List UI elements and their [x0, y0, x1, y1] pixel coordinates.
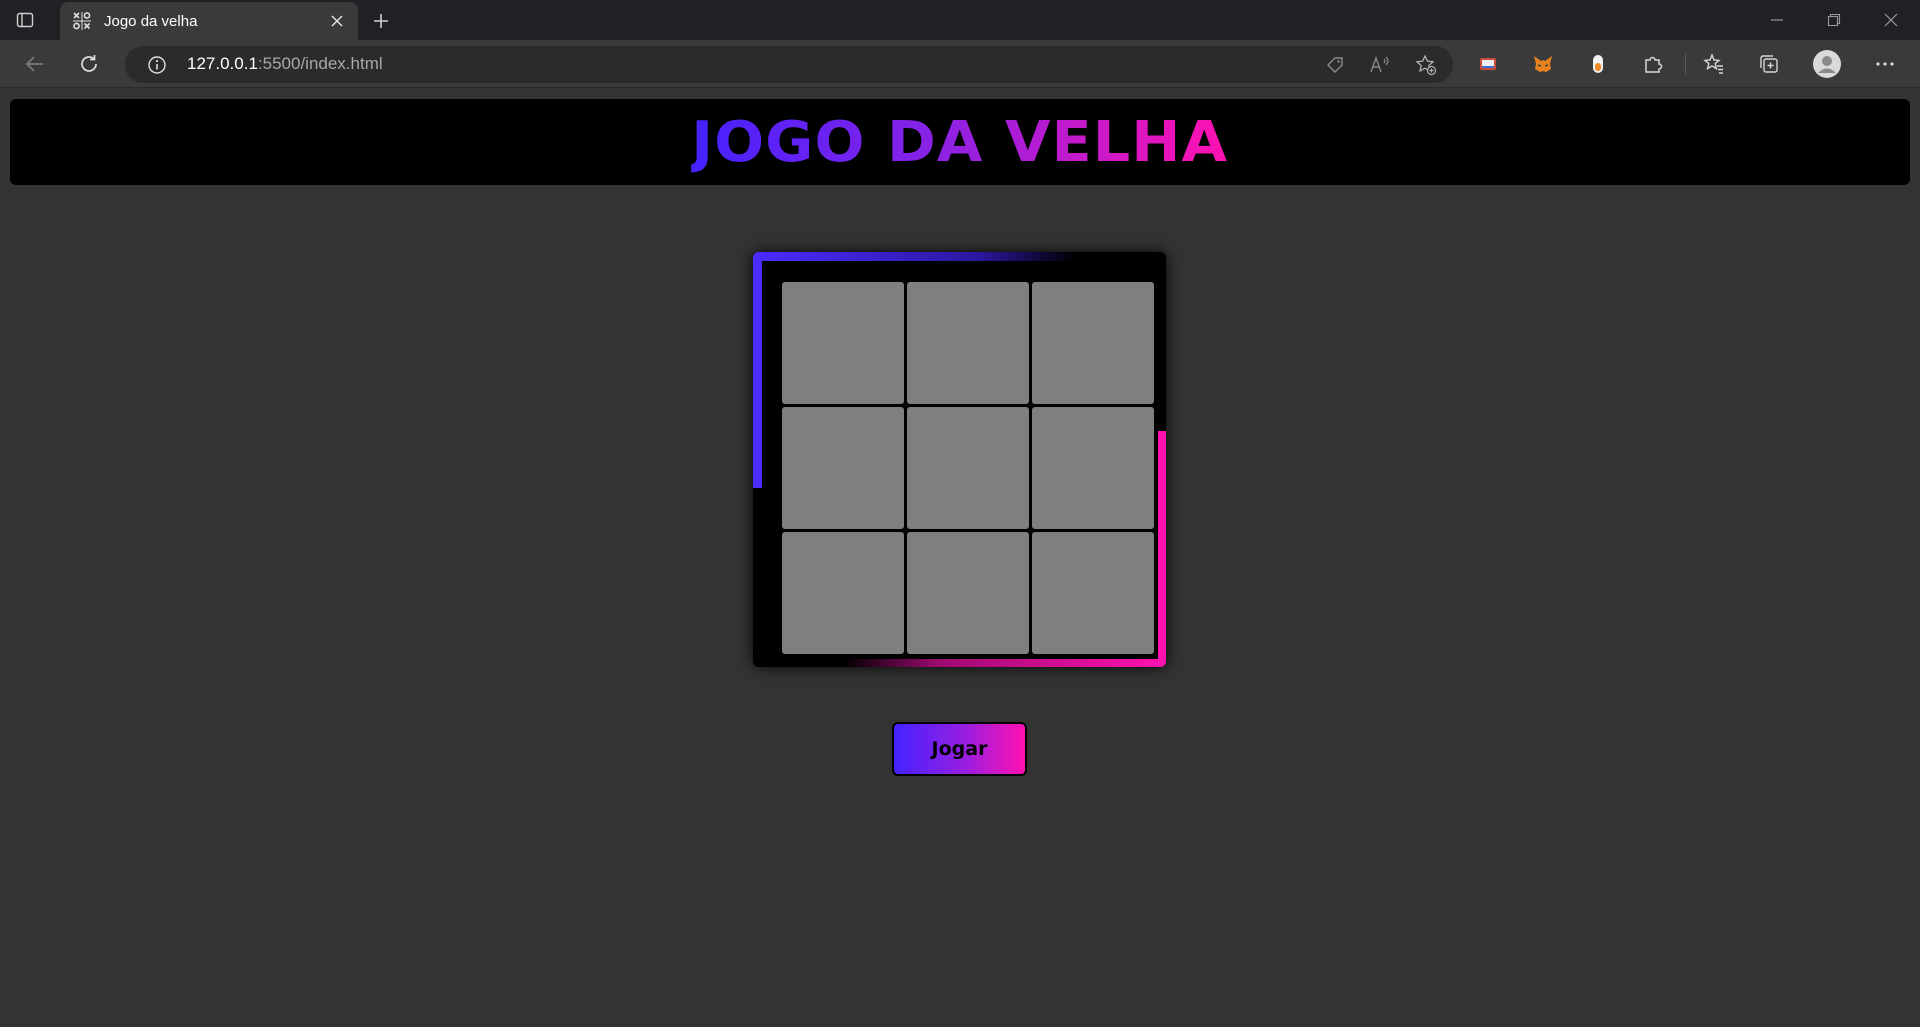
url-path: :5500/index.html	[257, 54, 383, 73]
board-glow-left	[753, 252, 762, 488]
page-body: JOGO DA VELHA Jogar	[0, 89, 1920, 1027]
address-bar[interactable]: 127.0.0.1:5500/index.html	[125, 46, 1453, 83]
tab-actions-icon[interactable]	[14, 9, 36, 31]
tab-title: Jogo da velha	[104, 12, 198, 30]
tab-strip: Jogo da velha	[0, 0, 1920, 40]
close-tab-icon[interactable]	[322, 6, 352, 36]
back-arrow-icon[interactable]	[18, 47, 52, 81]
profile-avatar-icon[interactable]	[1810, 47, 1844, 81]
tag-icon[interactable]	[1319, 49, 1351, 81]
extensions-puzzle-icon[interactable]	[1636, 47, 1670, 81]
board-cell-7[interactable]	[782, 532, 904, 654]
board-glow-bottom	[844, 659, 1166, 667]
play-button[interactable]: Jogar	[892, 722, 1027, 776]
favorites-icon[interactable]	[1697, 47, 1731, 81]
game-board	[762, 261, 1158, 659]
board-cell-4[interactable]	[782, 407, 904, 529]
close-window-icon[interactable]	[1862, 0, 1920, 40]
new-tab-icon[interactable]	[366, 6, 396, 36]
more-menu-icon[interactable]	[1868, 47, 1902, 81]
board-cell-2[interactable]	[907, 282, 1029, 404]
board-glow-right	[1158, 431, 1166, 667]
tic-tac-toe-icon	[72, 11, 92, 31]
minimize-icon[interactable]	[1748, 0, 1806, 40]
url-text[interactable]: 127.0.0.1:5500/index.html	[187, 54, 383, 74]
board-grid	[782, 282, 1156, 656]
board-glow-top	[753, 252, 1075, 261]
active-tab[interactable]: Jogo da velha	[60, 2, 358, 40]
game-board-frame	[753, 252, 1166, 667]
reload-icon[interactable]	[72, 47, 106, 81]
read-aloud-icon[interactable]	[1364, 49, 1396, 81]
board-cell-5[interactable]	[907, 407, 1029, 529]
add-favorite-icon[interactable]	[1410, 49, 1442, 81]
board-cell-6[interactable]	[1032, 407, 1154, 529]
board-cell-1[interactable]	[782, 282, 904, 404]
collections-icon[interactable]	[1752, 47, 1786, 81]
site-info-icon[interactable]	[141, 49, 173, 81]
toolbar-separator	[1685, 54, 1686, 74]
url-host: 127.0.0.1	[187, 54, 258, 73]
board-cell-9[interactable]	[1032, 532, 1154, 654]
extension-screenshot-icon[interactable]	[1471, 47, 1505, 81]
browser-toolbar: 127.0.0.1:5500/index.html	[0, 40, 1920, 88]
extension-capsule-icon[interactable]	[1581, 47, 1615, 81]
page-title: JOGO DA VELHA	[691, 109, 1229, 175]
metamask-fox-icon[interactable]	[1526, 47, 1560, 81]
page-header: JOGO DA VELHA	[10, 99, 1910, 185]
restore-icon[interactable]	[1805, 0, 1863, 40]
board-cell-3[interactable]	[1032, 282, 1154, 404]
board-cell-8[interactable]	[907, 532, 1029, 654]
